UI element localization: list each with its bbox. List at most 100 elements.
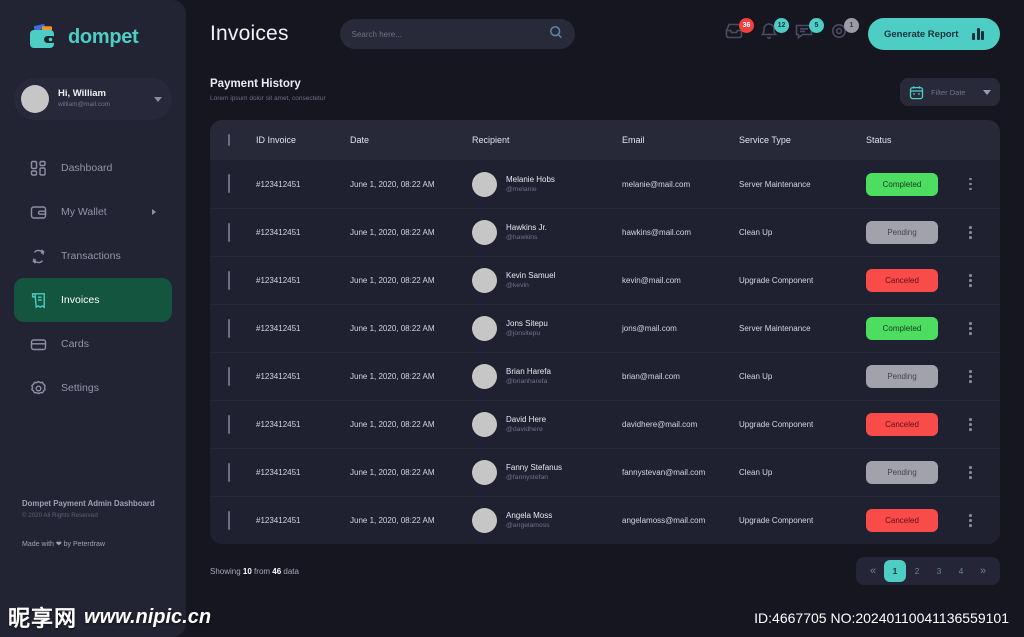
message-icon[interactable]: 5	[794, 18, 824, 47]
watermark-url: www.nipic.cn	[84, 605, 212, 628]
avatar	[472, 268, 497, 293]
pagination-next[interactable]: »	[972, 560, 994, 582]
row-select-cell	[228, 270, 256, 290]
profile-dropdown[interactable]: Hi, William william@mail.com	[14, 78, 172, 120]
row-more-menu-icon[interactable]	[965, 414, 976, 435]
status-badge[interactable]: Pending	[866, 221, 938, 244]
cell-actions	[959, 366, 982, 387]
sidebar-item-settings[interactable]: Settings	[14, 366, 172, 410]
recipient-name: Melanie Hobs	[506, 174, 555, 184]
sidebar-item-invoices[interactable]: Invoices	[14, 278, 172, 322]
pagination-prev[interactable]: «	[862, 560, 884, 582]
table-footer: Showing 10 from 46 data « 1 2 3 4 »	[210, 557, 1000, 585]
invoice-icon	[30, 292, 47, 309]
cell-date: June 1, 2020, 08:22 AM	[350, 324, 435, 333]
row-checkbox[interactable]	[228, 462, 230, 482]
recipient-handle: @fannystefan	[506, 474, 549, 481]
status-badge[interactable]: Canceled	[866, 269, 938, 292]
row-checkbox[interactable]	[228, 174, 230, 193]
row-more-menu-icon[interactable]	[965, 270, 976, 291]
cell-status: Canceled	[866, 509, 959, 532]
cell-actions	[959, 414, 982, 435]
status-badge[interactable]: Canceled	[866, 413, 938, 436]
main-content: Invoices 36 12	[186, 0, 1024, 637]
row-more-menu-icon[interactable]	[965, 318, 976, 339]
table-row[interactable]: #123412451 June 1, 2020, 08:22 AM David He…	[210, 400, 1000, 448]
gear-icon[interactable]: 1	[829, 18, 859, 47]
row-checkbox[interactable]	[228, 510, 230, 530]
recipient-handle: @angelamoss	[506, 522, 550, 529]
pagination-page-2[interactable]: 2	[906, 560, 928, 582]
row-checkbox[interactable]	[228, 318, 230, 338]
watermark-chinese: 昵享网	[8, 607, 78, 632]
recipient-handle: @brianharefa	[506, 378, 548, 385]
profile-email: william@mail.com	[58, 101, 111, 108]
status-badge[interactable]: Pending	[866, 461, 938, 484]
row-more-menu-icon[interactable]	[965, 366, 976, 387]
cell-recipient: David Here @davidhere	[472, 412, 622, 437]
table-body: #123412451 June 1, 2020, 08:22 AM Melanie …	[210, 160, 1000, 544]
recipient-text: Hawkins Jr. @hawkins	[506, 222, 547, 243]
cell-email: kevin@mail.com	[622, 276, 681, 285]
notification-icons: 36 12 5 1	[724, 18, 859, 47]
sidebar-item-dashboard[interactable]: Dashboard	[14, 146, 172, 190]
sidebar-item-label: Settings	[61, 382, 99, 394]
showing-middle: from	[251, 566, 273, 576]
row-checkbox[interactable]	[228, 366, 230, 386]
cell-actions	[959, 270, 982, 291]
avatar	[472, 412, 497, 437]
row-checkbox[interactable]	[228, 270, 230, 290]
sidebar-item-my-wallet[interactable]: My Wallet	[14, 190, 172, 234]
sidebar-item-label: My Wallet	[61, 206, 107, 218]
cell-actions	[959, 174, 982, 195]
table-row[interactable]: #123412451 June 1, 2020, 08:22 AM Angela M…	[210, 496, 1000, 544]
search-input[interactable]	[351, 29, 543, 39]
cell-email: jons@mail.com	[622, 324, 677, 333]
table-row[interactable]: #123412451 June 1, 2020, 08:22 AM Hawkins …	[210, 208, 1000, 256]
column-header-service-type: Service Type	[739, 135, 791, 145]
table-row[interactable]: #123412451 June 1, 2020, 08:22 AM Melanie …	[210, 160, 1000, 208]
bell-icon[interactable]: 12	[759, 18, 789, 47]
row-checkbox[interactable]	[228, 222, 230, 242]
avatar	[472, 316, 497, 341]
pagination-page-1[interactable]: 1	[884, 560, 906, 582]
sidebar-item-cards[interactable]: Cards	[14, 322, 172, 366]
row-select-cell	[228, 462, 256, 482]
generate-report-button[interactable]: Generate Report	[867, 18, 1000, 50]
cell-recipient: Brian Harefa @brianharefa	[472, 364, 622, 389]
table-row[interactable]: #123412451 June 1, 2020, 08:22 AM Fanny St…	[210, 448, 1000, 496]
cell-status: Pending	[866, 221, 959, 244]
filter-date-button[interactable]: Filter Date	[900, 78, 1000, 106]
table-row[interactable]: #123412451 June 1, 2020, 08:22 AM Brian Ha…	[210, 352, 1000, 400]
recipient-text: Angela Moss @angelamoss	[506, 510, 552, 531]
chevron-down-icon[interactable]	[154, 96, 162, 102]
status-badge[interactable]: Canceled	[866, 509, 938, 532]
search-icon[interactable]	[549, 25, 563, 44]
row-more-menu-icon[interactable]	[965, 222, 976, 243]
table-row[interactable]: #123412451 June 1, 2020, 08:22 AM Kevin Sa…	[210, 256, 1000, 304]
row-more-menu-icon[interactable]	[965, 510, 976, 531]
row-more-menu-icon[interactable]	[965, 462, 976, 483]
pagination: « 1 2 3 4 »	[856, 557, 1000, 585]
recipient-name: David Here	[506, 415, 547, 424]
pagination-page-3[interactable]: 3	[928, 560, 950, 582]
brand-name: dompet	[68, 25, 139, 48]
select-all-checkbox[interactable]	[228, 134, 230, 146]
status-badge[interactable]: Completed	[866, 317, 938, 340]
status-badge[interactable]: Pending	[866, 365, 938, 388]
refresh-icon	[30, 248, 47, 265]
table-row[interactable]: #123412451 June 1, 2020, 08:22 AM Jons Sit…	[210, 304, 1000, 352]
section-title: Payment History	[210, 78, 301, 90]
section-heading-block: Payment History Lorem ipsum dolor sit am…	[210, 76, 326, 105]
status-badge[interactable]: Completed	[866, 172, 938, 196]
brand-logo[interactable]: dompet	[0, 0, 186, 56]
row-more-menu-icon[interactable]	[965, 174, 976, 195]
row-checkbox[interactable]	[228, 414, 230, 434]
inbox-icon[interactable]: 36	[724, 18, 754, 47]
sidebar-item-transactions[interactable]: Transactions	[14, 234, 172, 278]
search-bar[interactable]	[339, 19, 575, 49]
recipient-text: Kevin Samuel @kevin	[506, 270, 555, 291]
chevron-down-icon[interactable]	[983, 89, 991, 95]
recipient-text: Melanie Hobs @melanie	[506, 174, 555, 195]
pagination-page-4[interactable]: 4	[950, 560, 972, 582]
